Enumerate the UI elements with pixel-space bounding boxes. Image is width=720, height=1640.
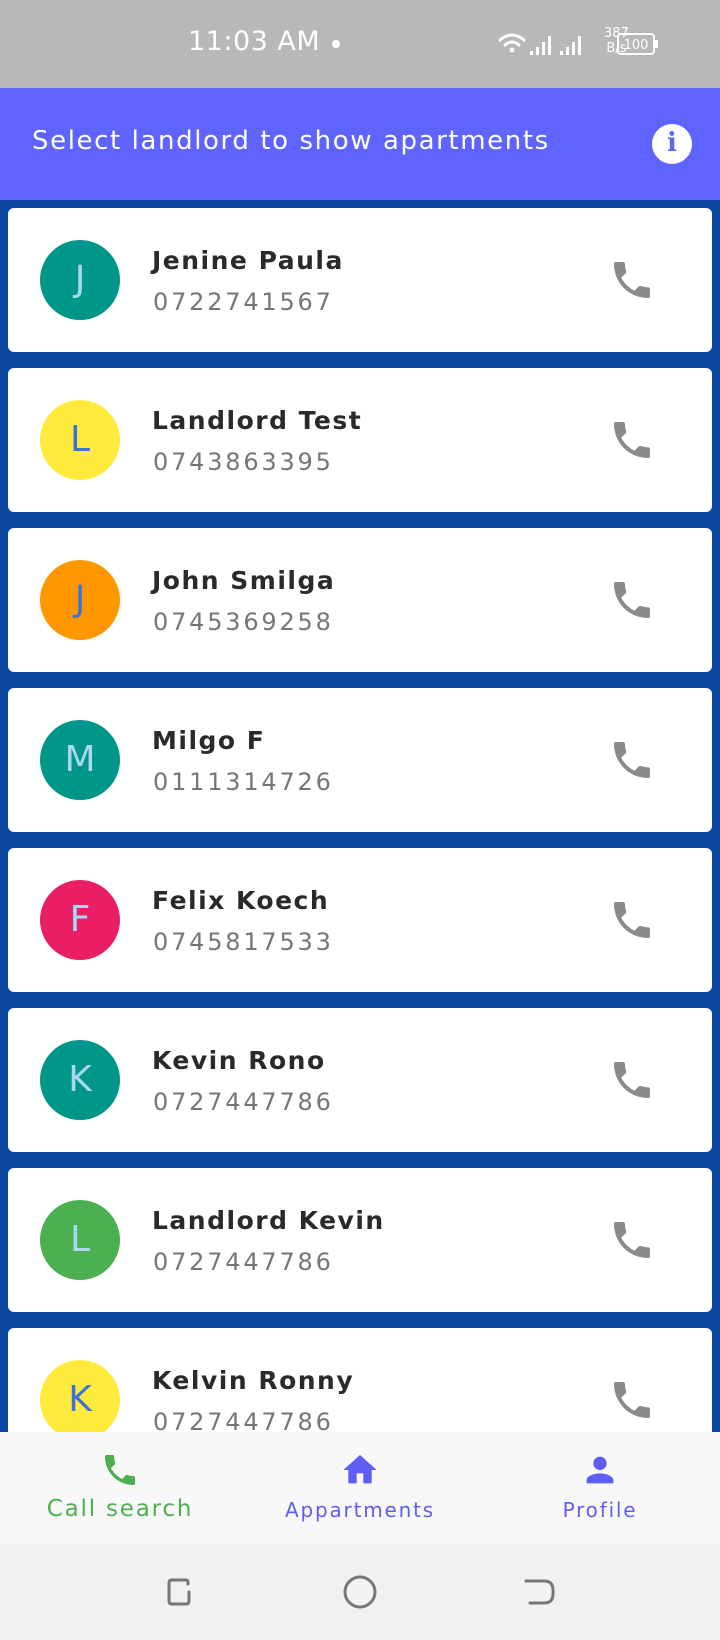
network-speed-value: 387: [604, 26, 629, 41]
status-time: 11:03 AM: [188, 26, 321, 57]
landlord-name: Kevin Rono: [152, 1046, 326, 1075]
avatar-initial: M: [64, 739, 96, 780]
landlord-name: John Smilga: [152, 566, 336, 595]
landlord-name: Jenine Paula: [152, 246, 344, 275]
avatar-initial: F: [69, 899, 91, 940]
landlord-name: Felix Koech: [152, 886, 330, 915]
nav-appartments-label: Appartments: [285, 1498, 435, 1522]
person-icon: [586, 1456, 614, 1484]
avatar-initial: K: [68, 1379, 92, 1420]
landlord-phone: 0111314726: [153, 768, 334, 796]
landlord-phone: 0722741567: [153, 288, 334, 316]
home-circle-icon[interactable]: [340, 1572, 380, 1612]
landlord-phone: 0727447786: [153, 1408, 334, 1432]
avatar: J: [40, 240, 120, 320]
landlord-card[interactable]: J John Smilga 0745369258: [8, 528, 712, 672]
phone-icon: [105, 1455, 135, 1485]
system-navigation-bar: [0, 1544, 720, 1640]
avatar: J: [40, 560, 120, 640]
info-button[interactable]: i: [652, 124, 692, 164]
call-icon[interactable]: [608, 1056, 656, 1104]
landlord-card[interactable]: M Milgo F 0111314726: [8, 688, 712, 832]
avatar-initial: J: [74, 259, 86, 300]
call-icon[interactable]: [608, 1216, 656, 1264]
avatar: L: [40, 1200, 120, 1280]
recent-apps-icon[interactable]: [160, 1572, 200, 1612]
avatar: F: [40, 880, 120, 960]
avatar-initial: L: [69, 419, 91, 460]
status-bar: 11:03 AM 100 387 B/s: [0, 0, 720, 88]
landlord-name: Milgo F: [152, 726, 266, 755]
avatar: K: [40, 1040, 120, 1120]
avatar: L: [40, 400, 120, 480]
network-speed-unit: B/s: [606, 41, 627, 56]
avatar-initial: L: [69, 1219, 91, 1260]
home-icon: [343, 1455, 377, 1484]
nav-profile-label: Profile: [562, 1498, 638, 1522]
info-icon: i: [667, 128, 677, 158]
nav-call-search-label: Call search: [46, 1496, 194, 1522]
nav-appartments[interactable]: Appartments: [240, 1432, 480, 1544]
app-bar: Select landlord to show apartments: [0, 88, 720, 200]
call-icon[interactable]: [608, 256, 656, 304]
avatar-initial: J: [74, 579, 86, 620]
landlord-name: Landlord Test: [152, 406, 363, 435]
call-icon[interactable]: [608, 1376, 656, 1424]
landlord-name: Landlord Kevin: [152, 1206, 385, 1235]
avatar-initial: K: [68, 1059, 92, 1100]
call-icon[interactable]: [608, 896, 656, 944]
call-icon[interactable]: [608, 736, 656, 784]
landlord-card[interactable]: J Jenine Paula 0722741567: [8, 208, 712, 352]
landlord-name: Kelvin Ronny: [152, 1366, 355, 1395]
signal-wifi-icons: 100: [498, 33, 658, 55]
landlord-phone: 0745369258: [153, 608, 334, 636]
landlord-list[interactable]: J Jenine Paula 0722741567 L Landlord Test 074…: [0, 200, 720, 1432]
back-icon[interactable]: [520, 1572, 560, 1612]
landlord-phone: 0727447786: [153, 1248, 334, 1276]
landlord-card[interactable]: L Landlord Kevin 0727447786: [8, 1168, 712, 1312]
landlord-card[interactable]: K Kevin Rono 0727447786: [8, 1008, 712, 1152]
landlord-phone: 0727447786: [153, 1088, 334, 1116]
landlord-card[interactable]: F Felix Koech 0745817533: [8, 848, 712, 992]
nav-profile[interactable]: Profile: [480, 1432, 720, 1544]
landlord-card[interactable]: K Kelvin Ronny 0727447786: [8, 1328, 712, 1432]
nav-call-search[interactable]: Call search: [0, 1432, 240, 1544]
network-speed: 387 B/s: [604, 26, 629, 56]
page-title: Select landlord to show apartments: [32, 126, 550, 156]
landlord-phone: 0745817533: [153, 928, 334, 956]
avatar: M: [40, 720, 120, 800]
bottom-navigation: Call search Appartments Profile: [0, 1432, 720, 1544]
call-icon[interactable]: [608, 576, 656, 624]
landlord-card[interactable]: L Landlord Test 0743863395: [8, 368, 712, 512]
notification-dot: [332, 40, 340, 48]
call-icon[interactable]: [608, 416, 656, 464]
avatar: K: [40, 1360, 120, 1432]
landlord-phone: 0743863395: [153, 448, 334, 476]
